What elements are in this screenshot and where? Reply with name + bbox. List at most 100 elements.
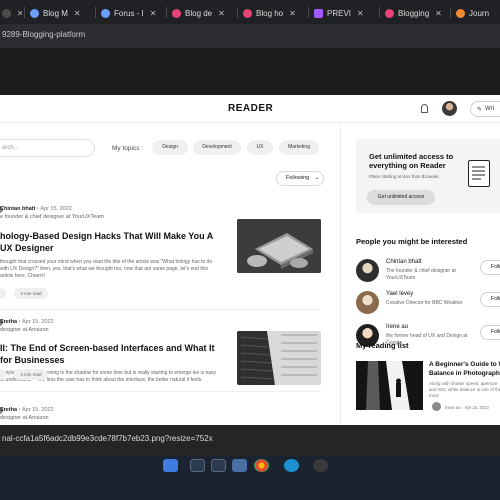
close-icon[interactable]: ✕: [357, 9, 364, 18]
address-bar[interactable]: 9289-Blogging-platform: [0, 24, 500, 48]
column-divider: [340, 123, 341, 425]
tab-label: Blog ho: [256, 8, 284, 18]
tab-favicon-icon: [2, 8, 11, 18]
post-date: Apr 15, 2022: [40, 206, 72, 212]
promo-card: Get unlimited access to everything on Re…: [356, 139, 500, 213]
person-item[interactable]: Chintan bhatt The founder & chief design…: [356, 257, 500, 283]
taskbar: [0, 455, 500, 500]
following-dropdown[interactable]: Following ⌄: [276, 171, 324, 186]
post-title-line-1[interactable]: hology-Based Design Hacks That Will Make…: [0, 230, 213, 242]
person-item[interactable]: Yael levey Creative Director for BBC Wea…: [356, 289, 500, 315]
browser-tab[interactable]: Blog M ✕: [30, 4, 92, 22]
reading-list-thumbnail[interactable]: [356, 361, 423, 410]
close-icon[interactable]: ✕: [289, 9, 296, 18]
browser-tab[interactable]: Blog ho ✕: [243, 4, 305, 22]
post-title-line-1[interactable]: II: The End of Screen-based Interfaces a…: [0, 342, 215, 354]
person-description: The founder & chief designer at YourUXTe…: [386, 268, 456, 281]
browser-tab[interactable]: ✕: [2, 4, 22, 22]
topics-label: My topics :: [112, 145, 144, 152]
post-excerpt: thought that crossed your mind when you …: [0, 259, 213, 279]
post-thumbnail[interactable]: [237, 219, 321, 273]
tab-label: Blog de: [185, 8, 213, 18]
reading-list-excerpt: Along with shutter speed, aperture and I…: [429, 381, 500, 398]
tab-label: Blogging: [398, 8, 430, 18]
follow-button[interactable]: Follo: [480, 325, 500, 340]
browser-tab[interactable]: Blogging ✕: [385, 4, 447, 22]
avatar: [356, 291, 379, 314]
pencil-icon: ✎: [477, 106, 483, 113]
avatar: [356, 259, 379, 282]
reader-logo[interactable]: READER: [228, 103, 273, 114]
post-tag-pill[interactable]: [0, 288, 6, 299]
edge-icon[interactable]: [284, 459, 299, 472]
tab-divider: [237, 7, 238, 18]
reading-list-title-line-2[interactable]: Balance in Photography: [429, 370, 500, 379]
close-icon[interactable]: ✕: [218, 9, 225, 18]
windows-start-icon[interactable]: [163, 459, 178, 472]
write-button[interactable]: ✎ Wri: [470, 101, 500, 117]
reading-list-title-line-1[interactable]: A Beginner's Guide to Wh: [429, 361, 500, 370]
tab-favicon-icon: [172, 8, 181, 18]
tab-favicon-icon: [456, 8, 465, 18]
notepad-icon: [468, 160, 490, 187]
app-icon[interactable]: [313, 459, 328, 472]
tab-label: Forus - I: [114, 8, 144, 18]
post-card[interactable]: Chintan bhatt · Apr 15, 2022 e founder &…: [0, 203, 340, 303]
author-name: Sretha: [0, 319, 18, 325]
tab-divider: [24, 7, 25, 18]
tab-label: Blog M: [43, 8, 68, 18]
post-divider: [0, 391, 320, 392]
post-author[interactable]: Sretha · Apr 15, 2022: [0, 407, 54, 413]
post-author[interactable]: Sretha · Apr 15, 2022: [0, 319, 54, 325]
chevron-down-icon: ⌄: [314, 175, 320, 181]
topic-chip-marketing[interactable]: Marketing: [279, 140, 319, 155]
browser-tab[interactable]: PREVI ✕: [314, 4, 376, 22]
search-input[interactable]: arch...: [0, 139, 95, 157]
close-icon[interactable]: ✕: [150, 9, 157, 18]
follow-button[interactable]: Follo: [480, 260, 500, 275]
reading-date: Apr 15, 2022: [464, 405, 489, 410]
tab-favicon-icon: [243, 8, 252, 18]
browser-toolbar-area: [0, 48, 500, 95]
browser-tab[interactable]: Journ: [456, 4, 500, 22]
write-label: Wri: [485, 106, 494, 112]
post-title-line-2[interactable]: UX Designer: [0, 242, 54, 254]
person-name[interactable]: Irene au: [386, 324, 408, 330]
bell-icon[interactable]: [421, 104, 428, 113]
tab-divider: [166, 7, 167, 18]
person-description: Creative Director for BBC Weather: [386, 300, 463, 306]
close-icon[interactable]: ✕: [435, 9, 442, 18]
browser-tab[interactable]: Forus - I ✕: [101, 4, 163, 22]
get-unlimited-access-button[interactable]: Get unlimited access: [367, 190, 435, 205]
post-divider: [0, 309, 320, 310]
post-thumbnail[interactable]: [237, 331, 321, 385]
close-icon[interactable]: ✕: [17, 9, 22, 18]
post-author[interactable]: Chintan bhatt · Apr 15, 2022: [0, 206, 72, 212]
topic-chip-ux[interactable]: UX: [247, 140, 273, 155]
chrome-icon[interactable]: [254, 459, 269, 472]
topic-chip-development[interactable]: Development: [193, 140, 241, 155]
post-card[interactable]: Sretha · Apr 15, 2022 designer at Amazon…: [0, 316, 340, 416]
post-card[interactable]: Sretha · Apr 15, 2022 designer at Amazon: [0, 404, 340, 425]
reading-author: Irene au: [445, 405, 461, 410]
author-role: e founder & chief designer at YourUXTeam: [0, 214, 104, 220]
browser-tab[interactable]: Blog de ✕: [172, 4, 234, 22]
url-text: 9289-Blogging-platform: [2, 30, 86, 39]
close-icon[interactable]: ✕: [74, 9, 81, 18]
tab-favicon-icon: [30, 8, 39, 18]
post-date: Apr 15, 2022: [22, 407, 54, 413]
topic-chip-design[interactable]: Design: [152, 140, 188, 155]
author-name: Sretha: [0, 407, 18, 413]
tab-favicon-icon: [385, 8, 394, 18]
reading-list-meta: Irene au · Apr 15, 2022: [445, 405, 489, 410]
search-icon[interactable]: [190, 459, 205, 472]
tab-divider: [379, 7, 380, 18]
task-view-icon[interactable]: [211, 459, 226, 472]
avatar[interactable]: [442, 101, 457, 116]
follow-button[interactable]: Follo: [480, 292, 500, 307]
post-title-line-2[interactable]: for Businesses: [0, 354, 65, 366]
person-name[interactable]: Chintan bhatt: [386, 259, 422, 265]
person-name[interactable]: Yael levey: [386, 291, 413, 297]
status-url: nal-ccfa1a5f6adc2db99e3cde78f7b7eb23.png…: [2, 434, 213, 443]
widgets-icon[interactable]: [232, 459, 247, 472]
